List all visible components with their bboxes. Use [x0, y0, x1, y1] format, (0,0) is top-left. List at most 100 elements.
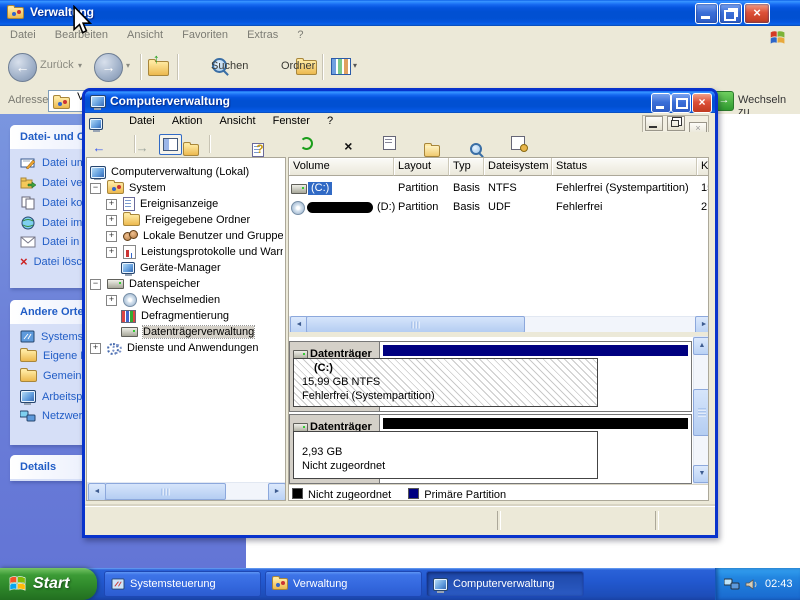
system-tray: 02:43	[715, 568, 800, 600]
scroll-right-icon[interactable]: ►	[268, 483, 286, 501]
tree-item-freigegebene-ordner[interactable]: + Freigegebene Ordner	[87, 212, 283, 228]
forward-dropdown-icon[interactable]: ▾	[126, 61, 130, 70]
forward-icon[interactable]: →	[133, 140, 151, 157]
column-header-kapazitaet[interactable]: K	[697, 158, 709, 176]
tree-item-geraete-manager[interactable]: Geräte-Manager	[87, 260, 283, 276]
menu-favoriten[interactable]: Favoriten	[174, 26, 236, 44]
tree-item-lokale-benutzer[interactable]: + Lokale Benutzer und Gruppen	[87, 228, 283, 244]
expand-icon[interactable]: +	[106, 231, 117, 242]
mdi-minimize-button[interactable]	[645, 116, 663, 131]
column-header-typ[interactable]: Typ	[449, 158, 484, 176]
expand-icon[interactable]: +	[106, 247, 117, 258]
tree-horizontal-scrollbar[interactable]: ◄ ►	[87, 482, 286, 500]
shared-documents-icon	[20, 370, 37, 382]
menu-fenster[interactable]: Fenster	[266, 113, 317, 129]
expand-icon[interactable]: +	[106, 295, 117, 306]
legend-primary-partition: Primäre Partition	[408, 489, 506, 501]
scrollbar-thumb[interactable]	[306, 316, 525, 333]
forward-icon[interactable]: →	[94, 53, 123, 82]
back-icon[interactable]: ←	[90, 140, 108, 157]
scrollbar-thumb[interactable]	[105, 483, 226, 500]
task-button-systemsteuerung[interactable]: Systemsteuerung	[104, 571, 261, 597]
unallocated-bar[interactable]: 2,93 GB Nicht zugeordnet	[293, 431, 598, 479]
column-header-dateisystem[interactable]: Dateisystem	[484, 158, 552, 176]
volume-c-bar[interactable]: (C:) 15,99 GB NTFS Fehlerfrei (Systempar…	[293, 358, 598, 407]
hdd-icon	[291, 184, 307, 194]
minimize-button[interactable]	[695, 3, 718, 24]
expand-icon[interactable]: +	[106, 199, 117, 210]
menu-extras[interactable]: Extras	[239, 26, 286, 44]
explorer-titlebar[interactable]: Verwaltung ×	[0, 0, 800, 26]
up-arrow-icon[interactable]: ↑	[153, 51, 160, 66]
help-icon[interactable]: ?	[248, 141, 266, 158]
admin-tools-icon	[272, 578, 288, 590]
close-button[interactable]: ×	[692, 93, 712, 113]
task-button-computerverwaltung[interactable]: Computerverwaltung	[426, 571, 584, 597]
tree-item-dienste[interactable]: + Dienste und Anwendungen	[87, 340, 283, 356]
column-header-status[interactable]: Status	[552, 158, 697, 176]
windows-logo-icon	[768, 29, 788, 47]
event-viewer-icon	[123, 197, 135, 211]
column-header-volume[interactable]: Volume	[289, 158, 394, 176]
tree-item-datentraegerverwaltung[interactable]: Datenträgerverwaltung	[87, 324, 283, 340]
menu-datei[interactable]: Datei	[2, 26, 44, 44]
console-titlebar[interactable]: Computerverwaltung ×	[85, 91, 715, 113]
primary-partition-strip	[383, 345, 688, 356]
show-tree-toggle[interactable]	[159, 134, 182, 155]
views-icon[interactable]	[331, 58, 351, 75]
column-header-layout[interactable]: Layout	[394, 158, 449, 176]
menu-hilfe[interactable]: ?	[320, 113, 340, 129]
delete-icon[interactable]: ×	[339, 138, 357, 155]
start-button[interactable]: Start	[0, 568, 97, 600]
back-icon[interactable]: ←	[8, 53, 37, 82]
tree-item-system[interactable]: − System	[87, 180, 283, 196]
tree-item-wechselmedien[interactable]: + Wechselmedien	[87, 292, 283, 308]
tree-item-defragmentierung[interactable]: Defragmentierung	[87, 308, 283, 324]
mdi-restore-button[interactable]	[667, 116, 685, 131]
volume-tray-icon[interactable]	[745, 578, 758, 591]
menu-aktion[interactable]: Aktion	[165, 113, 210, 129]
search-icon[interactable]	[467, 141, 485, 158]
tree-item-leistungsprotokolle[interactable]: + Leistungsprotokolle und Warnungen	[87, 244, 283, 260]
task-button-verwaltung[interactable]: Verwaltung	[265, 571, 422, 597]
tree-item-datenspeicher[interactable]: − Datenspeicher	[87, 276, 283, 292]
delete-icon: ×	[20, 256, 28, 268]
back-label[interactable]: Zurück	[40, 59, 74, 71]
menu-datei[interactable]: Datei	[122, 113, 162, 129]
scrollbar-thumb[interactable]	[693, 389, 709, 436]
console-tree-pane: Computerverwaltung (Lokal) − System + Er…	[86, 157, 286, 501]
tree-item-computerverwaltung[interactable]: Computerverwaltung (Lokal)	[87, 164, 283, 180]
expand-icon[interactable]: +	[90, 343, 101, 354]
views-dropdown-icon[interactable]: ▾	[353, 61, 357, 70]
maximize-button[interactable]	[671, 93, 691, 113]
network-tray-icon[interactable]	[724, 578, 740, 591]
collapse-icon[interactable]: −	[90, 279, 101, 290]
volume-row-c[interactable]: (C:) Partition Basis NTFS Fehlerfrei (Sy…	[289, 179, 709, 198]
toolbar-separator	[209, 135, 210, 153]
close-button[interactable]: ×	[744, 3, 770, 24]
console-window-icon[interactable]	[510, 135, 528, 152]
expand-icon[interactable]: +	[106, 215, 117, 226]
menu-hilfe[interactable]: ?	[289, 26, 311, 44]
pane-splitter[interactable]	[289, 332, 709, 337]
menu-ansicht[interactable]: Ansicht	[119, 26, 171, 44]
scroll-left-icon[interactable]: ◄	[88, 483, 106, 501]
disk-view-vertical-scrollbar[interactable]: ▲ ▼	[693, 336, 709, 484]
restore-button[interactable]	[719, 3, 742, 24]
computer-icon	[90, 166, 106, 179]
address-label: Adresse	[8, 94, 48, 106]
folders-label[interactable]: Ordner	[281, 60, 315, 72]
scroll-down-icon[interactable]: ▼	[693, 465, 709, 483]
menu-ansicht[interactable]: Ansicht	[212, 113, 262, 129]
console-window-title: Computerverwaltung	[110, 94, 230, 108]
collapse-icon[interactable]: −	[90, 183, 101, 194]
properties-icon[interactable]	[381, 135, 399, 152]
minimize-button[interactable]	[651, 93, 671, 113]
search-label[interactable]: Suchen	[211, 60, 248, 72]
refresh-icon[interactable]	[298, 135, 316, 152]
scroll-up-icon[interactable]: ▲	[693, 337, 709, 355]
volume-row-d[interactable]: (D:) Partition Basis UDF Fehlerfrei 2,	[289, 198, 709, 217]
clock[interactable]: 02:43	[765, 578, 793, 590]
back-dropdown-icon[interactable]: ▾	[78, 61, 82, 70]
tree-item-ereignisanzeige[interactable]: + Ereignisanzeige	[87, 196, 283, 212]
